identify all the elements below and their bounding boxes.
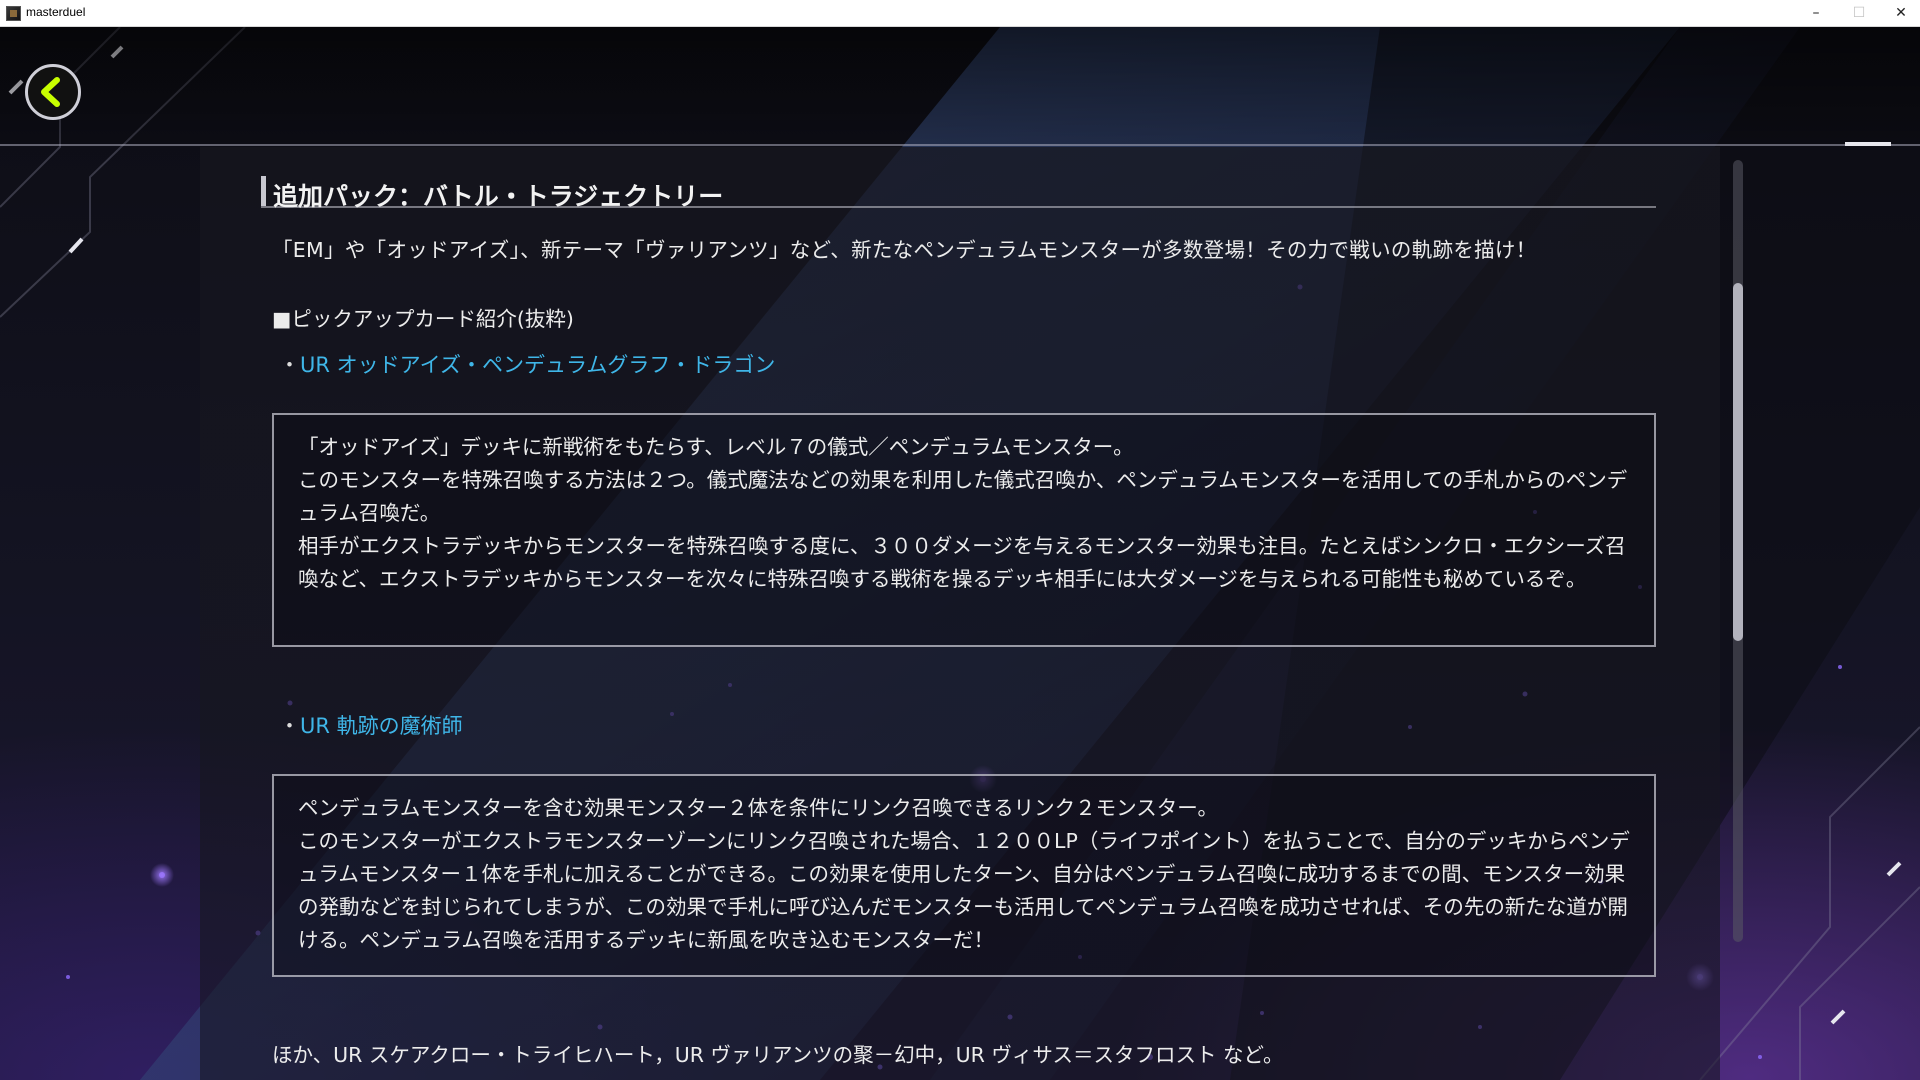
app-window: masterduel – ☐ ✕ 追加パック：バトル・トラジェクトリー 「EM」… — [0, 0, 1920, 1080]
maximize-button[interactable]: ☐ — [1836, 0, 1882, 27]
paragraph: 相手がエクストラデッキからモンスターを特殊召喚する度に、３００ダメージを与えるモ… — [298, 534, 1626, 591]
scrollbar-thumb[interactable] — [1733, 282, 1743, 641]
paragraph: このモンスターを特殊召喚する方法は２つ。儀式魔法などの効果を利用した儀式召喚か、… — [298, 468, 1628, 525]
card-link-odd-eyes-pendulumgraph-dragon[interactable]: ・UR オッドアイズ・ペンデュラムグラフ・ドラゴン — [279, 349, 775, 379]
pack-description: 「EM」や「オッドアイズ」、新テーマ「ヴァリアンツ」など、新たなペンデュラムモン… — [272, 238, 1537, 262]
card-name: UR オッドアイズ・ペンデュラムグラフ・ドラゴン — [300, 353, 776, 377]
section-label: ■ピックアップカード紹介(抜粋) — [272, 307, 574, 331]
title-bar: masterduel – ☐ ✕ — [0, 0, 1920, 27]
card-description-text: ペンデュラムモンスターを含む効果モンスター２体を条件にリンク召喚できるリンク２モ… — [298, 792, 1638, 957]
game-screen: 追加パック：バトル・トラジェクトリー 「EM」や「オッドアイズ」、新テーマ「ヴァ… — [0, 27, 1920, 1080]
window-title: masterduel — [26, 5, 86, 19]
card-link-trajectory-magician[interactable]: ・UR 軌跡の魔術師 — [279, 710, 463, 740]
close-button[interactable]: ✕ — [1878, 0, 1920, 27]
heading-row: 追加パック：バトル・トラジェクトリー — [261, 176, 1656, 211]
other-cards-note: ほか、UR スケアクロー・トライヒハート，UR ヴァリアンツの聚－幻中，UR ヴ… — [272, 1043, 1284, 1067]
notice-content: 追加パック：バトル・トラジェクトリー 「EM」や「オッドアイズ」、新テーマ「ヴァ… — [0, 27, 1920, 1080]
page-title: 追加パック：バトル・トラジェクトリー — [273, 182, 724, 211]
paragraph: ペンデュラムモンスターを含む効果モンスター２体を条件にリンク召喚できるリンク２モ… — [298, 796, 1219, 820]
card-description-box: ペンデュラムモンスターを含む効果モンスター２体を条件にリンク召喚できるリンク２モ… — [272, 774, 1656, 977]
paragraph: このモンスターがエクストラモンスターゾーンにリンク召喚された場合、１２００LP（… — [298, 829, 1630, 952]
heading-accent-bar — [261, 176, 266, 206]
card-name: UR 軌跡の魔術師 — [300, 714, 463, 738]
paragraph: 「オッドアイズ」デッキに新戦術をもたらす、レベル７の儀式／ペンデュラムモンスター… — [298, 435, 1134, 459]
bullet: ・ — [279, 714, 300, 738]
masterduel-app-icon — [6, 6, 21, 21]
card-description-text: 「オッドアイズ」デッキに新戦術をもたらす、レベル７の儀式／ペンデュラムモンスター… — [298, 431, 1638, 596]
bullet: ・ — [279, 353, 300, 377]
minimize-button[interactable]: – — [1793, 0, 1839, 27]
card-description-box: 「オッドアイズ」デッキに新戦術をもたらす、レベル７の儀式／ペンデュラムモンスター… — [272, 413, 1656, 647]
